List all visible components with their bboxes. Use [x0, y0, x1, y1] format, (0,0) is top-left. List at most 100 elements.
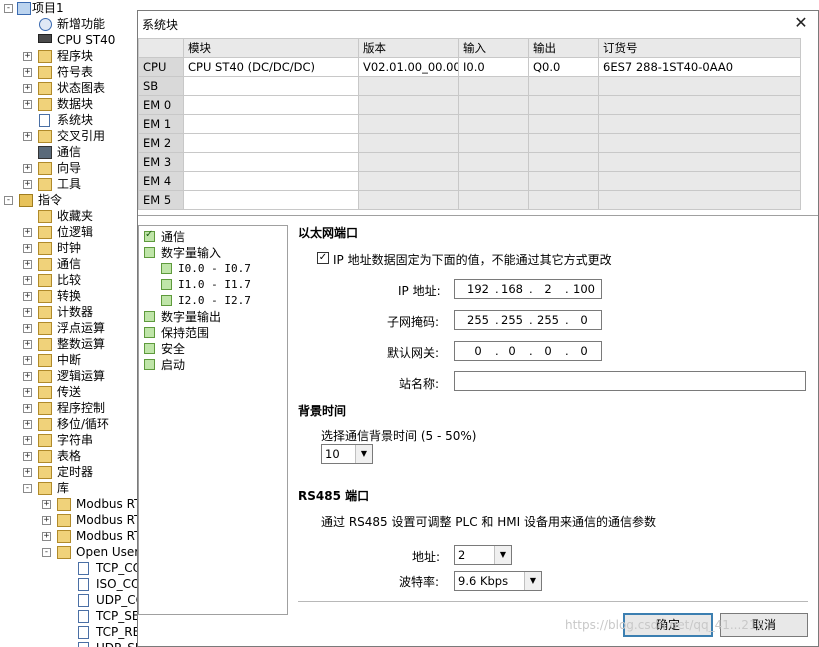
- table-cell[interactable]: [183, 190, 359, 210]
- tree-item[interactable]: 项目1: [32, 0, 64, 16]
- expand-icon[interactable]: +: [23, 404, 32, 413]
- tree-item[interactable]: 转换: [57, 288, 81, 304]
- expand-icon[interactable]: +: [23, 436, 32, 445]
- collapse-icon[interactable]: -: [4, 196, 13, 205]
- table-row[interactable]: EM 3: [138, 152, 801, 172]
- expand-icon[interactable]: +: [42, 532, 51, 541]
- tree-item[interactable]: 计数器: [57, 304, 93, 320]
- tree-item[interactable]: 新增功能: [57, 16, 105, 32]
- expand-icon[interactable]: +: [23, 84, 32, 93]
- tree-item[interactable]: 逻辑运算: [57, 368, 105, 384]
- tree-item[interactable]: 程序块: [57, 48, 93, 64]
- tree-item[interactable]: TCP_CO: [96, 560, 137, 576]
- tree-item[interactable]: 表格: [57, 448, 81, 464]
- tree-item[interactable]: 移位/循环: [57, 416, 109, 432]
- table-cell[interactable]: [183, 114, 359, 134]
- table-row[interactable]: CPUCPU ST40 (DC/DC/DC)V02.01.00_00.00...…: [138, 57, 801, 77]
- table-row[interactable]: EM 1: [138, 114, 801, 134]
- expand-icon[interactable]: +: [23, 164, 32, 173]
- tree-item[interactable]: 系统块: [57, 112, 93, 128]
- tree-item[interactable]: 数据块: [57, 96, 93, 112]
- config-tree-item[interactable]: I1.0 - I1.7: [178, 277, 251, 293]
- tree-item[interactable]: UDP_SE: [96, 640, 137, 647]
- collapse-icon[interactable]: -: [42, 548, 51, 557]
- table-row[interactable]: SB: [138, 76, 801, 96]
- tree-item[interactable]: 浮点运算: [57, 320, 105, 336]
- tree-item[interactable]: 程序控制: [57, 400, 105, 416]
- table-cell[interactable]: [183, 95, 359, 115]
- tree-item[interactable]: 状态图表: [57, 80, 105, 96]
- table-cell[interactable]: [183, 76, 359, 96]
- chevron-down-icon[interactable]: ▼: [355, 445, 372, 463]
- expand-icon[interactable]: +: [23, 180, 32, 189]
- tree-item[interactable]: 整数运算: [57, 336, 105, 352]
- expand-icon[interactable]: +: [42, 516, 51, 525]
- tree-item[interactable]: 通信: [57, 256, 81, 272]
- expand-icon[interactable]: +: [23, 132, 32, 141]
- chevron-down-icon[interactable]: ▼: [494, 546, 511, 564]
- expand-icon[interactable]: +: [23, 100, 32, 109]
- table-cell[interactable]: CPU ST40 (DC/DC/DC): [183, 57, 359, 77]
- tree-item[interactable]: 向导: [57, 160, 81, 176]
- expand-icon[interactable]: +: [23, 308, 32, 317]
- table-cell[interactable]: [183, 133, 359, 153]
- tree-item[interactable]: Modbus RTU: [76, 528, 137, 544]
- tree-item[interactable]: Modbus RTU: [76, 496, 137, 512]
- baud-rate-select[interactable]: 9.6 Kbps ▼: [454, 571, 542, 591]
- config-tree-item[interactable]: 保持范围: [161, 325, 209, 341]
- expand-icon[interactable]: +: [23, 388, 32, 397]
- expand-icon[interactable]: +: [23, 372, 32, 381]
- table-cell[interactable]: [183, 171, 359, 191]
- subnet-mask-field[interactable]: 255. 255. 255. 0: [454, 310, 602, 330]
- tree-item[interactable]: 定时器: [57, 464, 93, 480]
- ip-address-field[interactable]: 192. 168. 2. 100: [454, 279, 602, 299]
- expand-icon[interactable]: +: [23, 356, 32, 365]
- tree-item[interactable]: 比较: [57, 272, 81, 288]
- expand-icon[interactable]: +: [23, 260, 32, 269]
- expand-icon[interactable]: +: [23, 276, 32, 285]
- table-row[interactable]: EM 0: [138, 95, 801, 115]
- tree-item[interactable]: CPU ST40: [57, 32, 115, 48]
- config-tree-item[interactable]: 数字量输出: [161, 309, 221, 325]
- fixed-ip-checkbox[interactable]: ✓: [317, 252, 329, 264]
- close-icon[interactable]: ✕: [792, 14, 810, 32]
- config-tree-item[interactable]: I0.0 - I0.7: [178, 261, 251, 277]
- tree-item[interactable]: UDP_CO: [96, 592, 137, 608]
- table-row[interactable]: EM 5: [138, 190, 801, 210]
- config-tree-item[interactable]: 安全: [161, 341, 185, 357]
- expand-icon[interactable]: +: [23, 324, 32, 333]
- expand-icon[interactable]: +: [23, 452, 32, 461]
- tree-item[interactable]: ISO_CO: [96, 576, 137, 592]
- tree-item[interactable]: 时钟: [57, 240, 81, 256]
- tree-item[interactable]: 传送: [57, 384, 81, 400]
- tree-item[interactable]: 通信: [57, 144, 81, 160]
- tree-item[interactable]: TCP_SE: [96, 608, 137, 624]
- config-tree-item[interactable]: 通信: [161, 229, 185, 245]
- expand-icon[interactable]: +: [23, 292, 32, 301]
- expand-icon[interactable]: +: [23, 244, 32, 253]
- gateway-field[interactable]: 0.0.0.0: [454, 341, 602, 361]
- expand-icon[interactable]: +: [23, 420, 32, 429]
- config-tree-item[interactable]: I2.0 - I2.7: [178, 293, 251, 309]
- station-name-field[interactable]: [454, 371, 806, 391]
- tree-item[interactable]: 库: [57, 480, 69, 496]
- tree-item[interactable]: 中断: [57, 352, 81, 368]
- tree-item[interactable]: TCP_RE: [96, 624, 137, 640]
- expand-icon[interactable]: +: [23, 228, 32, 237]
- expand-icon[interactable]: +: [23, 340, 32, 349]
- tree-item[interactable]: 收藏夹: [57, 208, 93, 224]
- config-tree-item[interactable]: 启动: [161, 357, 185, 373]
- expand-icon[interactable]: +: [23, 52, 32, 61]
- expand-icon[interactable]: +: [42, 500, 51, 509]
- rs485-address-select[interactable]: 2 ▼: [454, 545, 512, 565]
- expand-icon[interactable]: +: [23, 468, 32, 477]
- tree-item[interactable]: 位逻辑: [57, 224, 93, 240]
- tree-item[interactable]: Modbus RTU: [76, 512, 137, 528]
- background-time-select[interactable]: 10 ▼: [321, 444, 373, 464]
- tree-item[interactable]: 交叉引用: [57, 128, 105, 144]
- tree-item[interactable]: Open User C: [76, 544, 137, 560]
- table-row[interactable]: EM 2: [138, 133, 801, 153]
- collapse-icon[interactable]: -: [4, 4, 13, 13]
- tree-item[interactable]: 指令: [38, 192, 62, 208]
- config-tree-item[interactable]: 数字量输入: [161, 245, 221, 261]
